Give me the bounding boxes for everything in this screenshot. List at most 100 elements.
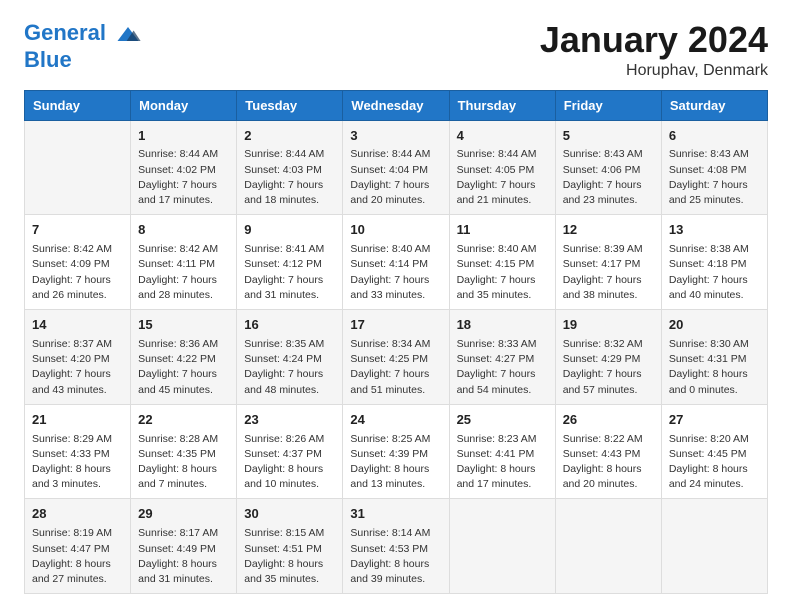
day-info: Sunrise: 8:36 AM Sunset: 4:22 PM Dayligh…: [138, 337, 229, 398]
day-number: 26: [563, 411, 654, 430]
weekday-header: Thursday: [449, 90, 555, 120]
day-info: Sunrise: 8:44 AM Sunset: 4:03 PM Dayligh…: [244, 147, 335, 208]
day-number: 2: [244, 127, 335, 146]
day-info: Sunrise: 8:39 AM Sunset: 4:17 PM Dayligh…: [563, 242, 654, 303]
weekday-header: Friday: [555, 90, 661, 120]
calendar-cell: 6Sunrise: 8:43 AM Sunset: 4:08 PM Daylig…: [661, 120, 767, 215]
month-title: January 2024: [540, 20, 768, 60]
calendar-cell: [449, 499, 555, 594]
day-number: 19: [563, 316, 654, 335]
day-number: 31: [350, 505, 441, 524]
calendar-cell: 23 Sunrise: 8:26 AM Sunset: 4:37 PM Dayli…: [237, 404, 343, 499]
day-info: Sunrise: 8:30 AM Sunset: 4:31 PM Dayligh…: [669, 337, 760, 398]
day-number: 15: [138, 316, 229, 335]
calendar-cell: 19Sunrise: 8:32 AM Sunset: 4:29 PM Dayli…: [555, 310, 661, 405]
calendar-cell: 10 Sunrise: 8:40 AM Sunset: 4:14 PM Dayli…: [343, 215, 449, 310]
calendar-cell: 3Sunrise: 8:44 AM Sunset: 4:04 PM Daylig…: [343, 120, 449, 215]
day-info: Sunrise: 8:34 AM Sunset: 4:25 PM Dayligh…: [350, 337, 441, 398]
calendar-cell: 9 Sunrise: 8:41 AM Sunset: 4:12 PM Daylig…: [237, 215, 343, 310]
day-info: Sunrise: 8:23 AM Sunset: 4:41 PM Dayligh…: [457, 432, 548, 493]
day-number: 30: [244, 505, 335, 524]
calendar-cell: 28 Sunrise: 8:19 AM Sunset: 4:47 PM Dayli…: [25, 499, 131, 594]
calendar-table: SundayMondayTuesdayWednesdayThursdayFrid…: [24, 90, 768, 595]
day-info: Sunrise: 8:44 AM Sunset: 4:02 PM Dayligh…: [138, 147, 229, 208]
day-number: 24: [350, 411, 441, 430]
calendar-cell: 20 Sunrise: 8:30 AM Sunset: 4:31 PM Dayli…: [661, 310, 767, 405]
weekday-header-row: SundayMondayTuesdayWednesdayThursdayFrid…: [25, 90, 768, 120]
calendar-cell: 5Sunrise: 8:43 AM Sunset: 4:06 PM Daylig…: [555, 120, 661, 215]
day-number: 21: [32, 411, 123, 430]
day-info: Sunrise: 8:43 AM Sunset: 4:08 PM Dayligh…: [669, 147, 760, 208]
day-info: Sunrise: 8:14 AM Sunset: 4:53 PM Dayligh…: [350, 526, 441, 587]
day-info: Sunrise: 8:26 AM Sunset: 4:37 PM Dayligh…: [244, 432, 335, 493]
day-info: Sunrise: 8:25 AM Sunset: 4:39 PM Dayligh…: [350, 432, 441, 493]
calendar-cell: 15 Sunrise: 8:36 AM Sunset: 4:22 PM Dayli…: [131, 310, 237, 405]
day-info: Sunrise: 8:44 AM Sunset: 4:04 PM Dayligh…: [350, 147, 441, 208]
calendar-cell: 17 Sunrise: 8:34 AM Sunset: 4:25 PM Dayli…: [343, 310, 449, 405]
day-number: 4: [457, 127, 548, 146]
calendar-cell: 14Sunrise: 8:37 AM Sunset: 4:20 PM Dayli…: [25, 310, 131, 405]
page-header: General Blue January 2024 Horuphav, Denm…: [24, 20, 768, 80]
day-info: Sunrise: 8:38 AM Sunset: 4:18 PM Dayligh…: [669, 242, 760, 303]
calendar-cell: 29Sunrise: 8:17 AM Sunset: 4:49 PM Dayli…: [131, 499, 237, 594]
calendar-cell: 2Sunrise: 8:44 AM Sunset: 4:03 PM Daylig…: [237, 120, 343, 215]
day-number: 14: [32, 316, 123, 335]
calendar-week-row: 1Sunrise: 8:44 AM Sunset: 4:02 PM Daylig…: [25, 120, 768, 215]
weekday-header: Sunday: [25, 90, 131, 120]
calendar-week-row: 21Sunrise: 8:29 AM Sunset: 4:33 PM Dayli…: [25, 404, 768, 499]
calendar-cell: 4Sunrise: 8:44 AM Sunset: 4:05 PM Daylig…: [449, 120, 555, 215]
day-number: 18: [457, 316, 548, 335]
day-info: Sunrise: 8:19 AM Sunset: 4:47 PM Dayligh…: [32, 526, 123, 587]
day-info: Sunrise: 8:42 AM Sunset: 4:11 PM Dayligh…: [138, 242, 229, 303]
day-number: 3: [350, 127, 441, 146]
day-number: 8: [138, 221, 229, 240]
calendar-cell: [555, 499, 661, 594]
day-number: 12: [563, 221, 654, 240]
day-info: Sunrise: 8:44 AM Sunset: 4:05 PM Dayligh…: [457, 147, 548, 208]
calendar-cell: 27 Sunrise: 8:20 AM Sunset: 4:45 PM Dayli…: [661, 404, 767, 499]
day-number: 9: [244, 221, 335, 240]
day-info: Sunrise: 8:42 AM Sunset: 4:09 PM Dayligh…: [32, 242, 123, 303]
day-info: Sunrise: 8:40 AM Sunset: 4:14 PM Dayligh…: [350, 242, 441, 303]
day-info: Sunrise: 8:17 AM Sunset: 4:49 PM Dayligh…: [138, 526, 229, 587]
calendar-week-row: 28 Sunrise: 8:19 AM Sunset: 4:47 PM Dayli…: [25, 499, 768, 594]
calendar-cell: 21Sunrise: 8:29 AM Sunset: 4:33 PM Dayli…: [25, 404, 131, 499]
calendar-cell: 12 Sunrise: 8:39 AM Sunset: 4:17 PM Dayli…: [555, 215, 661, 310]
day-number: 16: [244, 316, 335, 335]
calendar-cell: [661, 499, 767, 594]
weekday-header: Monday: [131, 90, 237, 120]
day-info: Sunrise: 8:22 AM Sunset: 4:43 PM Dayligh…: [563, 432, 654, 493]
day-number: 20: [669, 316, 760, 335]
day-number: 27: [669, 411, 760, 430]
calendar-cell: 16 Sunrise: 8:35 AM Sunset: 4:24 PM Dayli…: [237, 310, 343, 405]
logo-text: General: [24, 20, 142, 48]
weekday-header: Saturday: [661, 90, 767, 120]
day-info: Sunrise: 8:43 AM Sunset: 4:06 PM Dayligh…: [563, 147, 654, 208]
calendar-cell: 30Sunrise: 8:15 AM Sunset: 4:51 PM Dayli…: [237, 499, 343, 594]
day-number: 28: [32, 505, 123, 524]
day-info: Sunrise: 8:40 AM Sunset: 4:15 PM Dayligh…: [457, 242, 548, 303]
location-title: Horuphav, Denmark: [540, 62, 768, 80]
day-info: Sunrise: 8:20 AM Sunset: 4:45 PM Dayligh…: [669, 432, 760, 493]
day-number: 5: [563, 127, 654, 146]
calendar-cell: 1Sunrise: 8:44 AM Sunset: 4:02 PM Daylig…: [131, 120, 237, 215]
calendar-cell: 26 Sunrise: 8:22 AM Sunset: 4:43 PM Dayli…: [555, 404, 661, 499]
calendar-cell: 8 Sunrise: 8:42 AM Sunset: 4:11 PM Daylig…: [131, 215, 237, 310]
calendar-cell: 13Sunrise: 8:38 AM Sunset: 4:18 PM Dayli…: [661, 215, 767, 310]
calendar-cell: 11 Sunrise: 8:40 AM Sunset: 4:15 PM Dayli…: [449, 215, 555, 310]
calendar-cell: [25, 120, 131, 215]
calendar-week-row: 14Sunrise: 8:37 AM Sunset: 4:20 PM Dayli…: [25, 310, 768, 405]
calendar-cell: 7 Sunrise: 8:42 AM Sunset: 4:09 PM Daylig…: [25, 215, 131, 310]
day-number: 1: [138, 127, 229, 146]
day-number: 11: [457, 221, 548, 240]
title-block: January 2024 Horuphav, Denmark: [540, 20, 768, 80]
calendar-cell: 31 Sunrise: 8:14 AM Sunset: 4:53 PM Dayli…: [343, 499, 449, 594]
day-number: 7: [32, 221, 123, 240]
day-number: 10: [350, 221, 441, 240]
day-info: Sunrise: 8:35 AM Sunset: 4:24 PM Dayligh…: [244, 337, 335, 398]
weekday-header: Tuesday: [237, 90, 343, 120]
day-number: 23: [244, 411, 335, 430]
day-number: 17: [350, 316, 441, 335]
day-number: 6: [669, 127, 760, 146]
day-info: Sunrise: 8:41 AM Sunset: 4:12 PM Dayligh…: [244, 242, 335, 303]
